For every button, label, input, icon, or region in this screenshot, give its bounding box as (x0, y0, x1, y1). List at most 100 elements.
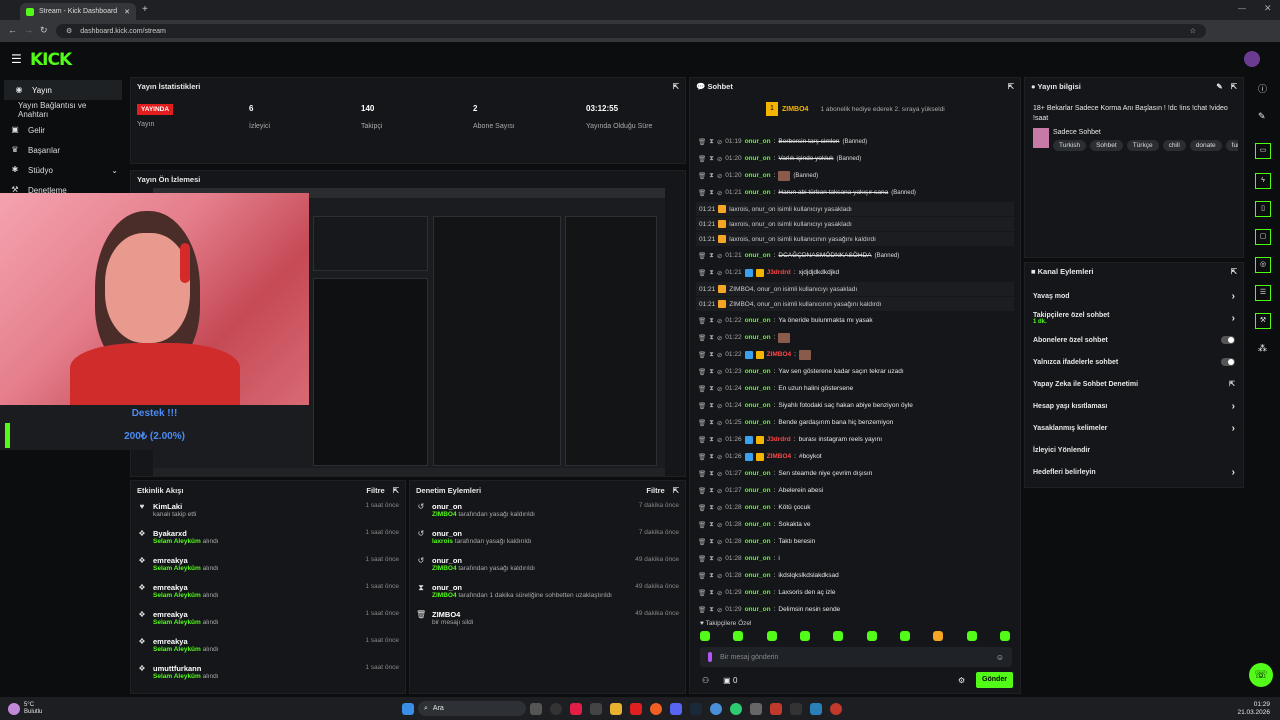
chat-message[interactable]: 🗑 ⧗ ⊘ 01:27 onur_on: Abelerein abesi (690, 482, 1020, 499)
help-chat-icon[interactable]: ☏ (1249, 663, 1273, 687)
delete-message-icon[interactable]: 🗑 (698, 317, 706, 325)
ban-icon[interactable]: ⊘ (717, 351, 722, 359)
delete-message-icon[interactable]: 🗑 (698, 419, 706, 427)
timeout-icon[interactable]: ⧗ (709, 572, 714, 580)
chat-message[interactable]: 🗑 ⧗ ⊘ 01:29 onur_on: Delimsin nesin sende (690, 601, 1020, 614)
toggle-switch[interactable] (1221, 336, 1235, 344)
delete-message-icon[interactable]: 🗑 (698, 572, 706, 580)
moderation-item[interactable]: ⧗ onur_on ZIMBO4 tarafından 1 dakika sürel… (410, 580, 685, 607)
wrench-icon[interactable]: ⚒ (1255, 313, 1271, 329)
chat-message[interactable]: 🗑 ⧗ ⊘ 01:21 J3drdrd: xjdjdjdkdkdjkd (690, 264, 1020, 281)
ban-icon[interactable]: ⊘ (717, 487, 722, 495)
ban-icon[interactable]: ⊘ (717, 172, 722, 180)
emote-icon[interactable] (933, 631, 944, 641)
timeout-icon[interactable]: ⧗ (709, 419, 714, 427)
chat-message[interactable]: 🗑 ⧗ ⊘ 01:22 onur_on: (690, 329, 1020, 346)
emote-icon[interactable] (733, 631, 744, 641)
chat-username[interactable]: onur_on (745, 334, 771, 341)
list-icon[interactable]: ☰ (1255, 285, 1271, 301)
ban-icon[interactable]: ⊘ (717, 385, 722, 393)
app-icon[interactable] (550, 702, 562, 715)
info-icon[interactable]: ⓘ (1258, 82, 1267, 95)
chat-username[interactable]: onur_on (745, 252, 771, 259)
chat-message[interactable]: 🗑 ⧗ ⊘ 01:28 onur_on: i (690, 550, 1020, 567)
popout-icon[interactable]: ⇱ (1231, 82, 1237, 91)
activity-item[interactable]: ❖ emreakya Selam Aleyküm alındı 1 saat önce (131, 553, 405, 580)
stream-tag[interactable]: chill (1162, 140, 1186, 151)
chat-message[interactable]: 🗑 ⧗ ⊘ 01:28 onur_on: ikdslqkslkdslakdksad (690, 567, 1020, 584)
stream-tag[interactable]: donate (1189, 140, 1222, 151)
chat-username[interactable]: onur_on (745, 368, 771, 375)
toggle-switch[interactable] (1221, 358, 1235, 366)
chat-message[interactable]: 🗑 ⧗ ⊘ 01:26 J3drdrd: burası instagram reels y… (690, 431, 1020, 448)
discord-icon[interactable] (670, 702, 682, 715)
chat-username[interactable]: onur_on (745, 172, 771, 179)
lightning-icon[interactable]: ϟ (1255, 173, 1271, 189)
emote-icon[interactable] (866, 631, 877, 641)
emote-icon[interactable] (766, 631, 777, 641)
timeout-icon[interactable]: ⧗ (709, 538, 714, 546)
timeout-icon[interactable]: ⧗ (709, 606, 714, 614)
activity-item[interactable]: ❖ emreakya Selam Aleyküm alındı 1 saat önce (131, 607, 405, 634)
app-icon[interactable] (810, 702, 822, 715)
chat-message[interactable]: 🗑 ⧗ ⊘ 01:25 onur_on: Bende gardaşırım bana hi… (690, 414, 1020, 431)
app-icon[interactable] (590, 702, 602, 715)
bookmark-icon[interactable]: ☆ (1190, 27, 1196, 35)
delete-message-icon[interactable]: 🗑 (698, 538, 706, 546)
ban-icon[interactable]: ⊘ (717, 317, 722, 325)
moderation-item[interactable]: ↺ onur_on laxrois tarafından yasağı kaldır… (410, 526, 685, 553)
menu-icon[interactable]: ☰ (11, 52, 22, 66)
emote-icon[interactable] (833, 631, 844, 641)
ban-icon[interactable]: ⊘ (717, 419, 722, 427)
moderation-item[interactable]: ↺ onur_on ZIMBO4 tarafından yasağı kaldırı… (410, 499, 685, 526)
chat-username[interactable]: ZIMBO4 (767, 453, 792, 460)
send-button[interactable]: Gönder (976, 672, 1013, 688)
document-icon[interactable]: ▯ (1255, 201, 1271, 217)
timeout-icon[interactable]: ⧗ (709, 453, 714, 461)
app-icon[interactable] (770, 702, 782, 715)
timeout-icon[interactable]: ⧗ (709, 589, 714, 597)
chat-message[interactable]: 🗑 ⧗ ⊘ 01:28 onur_on: Sokakta ve (690, 516, 1020, 533)
delete-message-icon[interactable]: 🗑 (698, 269, 706, 277)
chat-input[interactable]: Bir mesaj gönderin ☺ (700, 647, 1012, 667)
delete-message-icon[interactable]: 🗑 (698, 368, 706, 376)
stream-tag[interactable]: Türkçe (1126, 140, 1159, 151)
app-icon[interactable] (570, 702, 582, 715)
delete-message-icon[interactable]: 🗑 (698, 351, 706, 359)
popout-icon[interactable]: ⇱ (1231, 267, 1237, 276)
channel-action-item[interactable]: Takipçilere özel sohbet 1 dk. › (1025, 307, 1243, 329)
channel-action-item[interactable]: Hesap yaşı kısıtlaması › (1025, 395, 1243, 417)
app-icon[interactable] (750, 702, 762, 715)
avatar[interactable] (1244, 51, 1260, 67)
channel-action-item[interactable]: Yavaş mod › (1025, 285, 1243, 307)
url-input[interactable]: ⚙ dashboard.kick.com/stream ☆ (56, 24, 1206, 38)
ban-icon[interactable]: ⊘ (717, 155, 722, 163)
chat-username[interactable]: onur_on (745, 487, 771, 494)
chat-message[interactable]: 🗑 ⧗ ⊘ 01:20 onur_on: Varlık içinde yokluk (Ban… (690, 150, 1020, 167)
minimize-icon[interactable]: — (1238, 4, 1246, 13)
new-tab-icon[interactable]: + (142, 4, 148, 15)
chat-bubble-icon[interactable]: ▢ (1255, 229, 1271, 245)
timeout-icon[interactable]: ⧗ (709, 269, 714, 277)
delete-message-icon[interactable]: 🗑 (698, 138, 706, 146)
ban-icon[interactable]: ⊘ (717, 402, 722, 410)
delete-message-icon[interactable]: 🗑 (698, 453, 706, 461)
stream-tag[interactable]: Sohbet (1090, 140, 1123, 151)
app-icon[interactable] (730, 702, 742, 715)
timeout-icon[interactable]: ⧗ (709, 368, 714, 376)
delete-message-icon[interactable]: 🗑 (698, 555, 706, 563)
chat-message[interactable]: 🗑 ⧗ ⊘ 01:27 onur_on: Sen steamde niye çevrim … (690, 465, 1020, 482)
moderation-filter-button[interactable]: Filtre (646, 486, 664, 495)
timeout-icon[interactable]: ⧗ (709, 521, 714, 529)
obs-icon[interactable] (790, 702, 802, 715)
chat-username[interactable]: onur_on (745, 402, 771, 409)
clock[interactable]: 01:29 21.03.2026 (1237, 701, 1270, 717)
browser-tab[interactable]: Stream - Kick Dashboard ✕ (20, 3, 136, 20)
edit-icon[interactable]: ✎ (1216, 82, 1222, 91)
ban-icon[interactable]: ⊘ (717, 470, 722, 478)
emote-icon[interactable] (899, 631, 910, 641)
sidebar-item-yayin[interactable]: ◉ Yayın (4, 80, 122, 100)
delete-message-icon[interactable]: 🗑 (698, 470, 706, 478)
timeout-icon[interactable]: ⧗ (709, 317, 714, 325)
delete-message-icon[interactable]: 🗑 (698, 252, 706, 260)
